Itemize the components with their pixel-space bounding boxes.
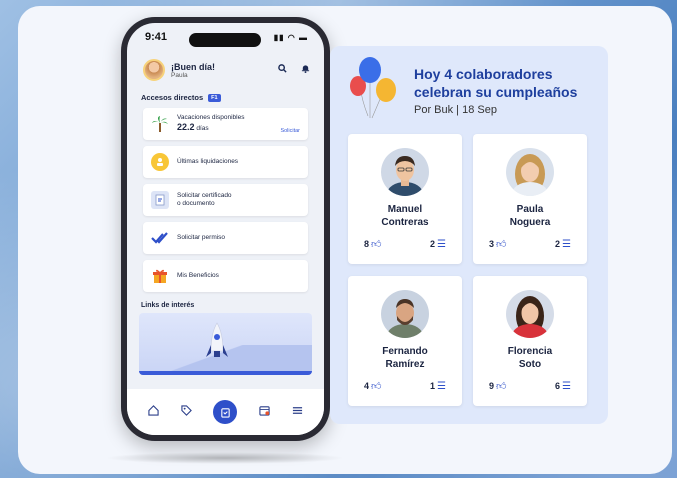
person-name: Fernando Ramírez xyxy=(348,346,462,371)
birthday-title: Hoy 4 colaboradores celebran su cumpleañ… xyxy=(414,66,578,100)
person-name: Florencia Soto xyxy=(473,346,587,371)
like-button[interactable]: 8 👍︎ xyxy=(364,238,381,250)
solicitar-link[interactable]: Solicitar xyxy=(280,128,300,140)
palm-tree-icon xyxy=(151,115,169,133)
first-name: Paula xyxy=(516,204,544,215)
avatar xyxy=(381,290,429,338)
phone-shadow xyxy=(105,452,345,464)
accesos-title-text: Accesos directos xyxy=(141,93,204,102)
last-name: Ramírez xyxy=(385,358,425,370)
last-name: Noguera xyxy=(509,216,551,228)
balloons-icon xyxy=(350,57,396,119)
person-name: Paula Noguera xyxy=(473,204,587,229)
person-name: Manuel Contreras xyxy=(348,204,462,229)
like-button[interactable]: 9 👍︎ xyxy=(489,380,506,392)
tile-certificado[interactable]: Solicitar certificado o documento xyxy=(143,184,308,216)
first-name: Florencia xyxy=(507,346,553,357)
vacation-days-unit: días xyxy=(196,125,209,133)
phone-screen: 9:41 ▮▮ ◠ ▬ ¡Buen día! Paula Accesos dir… xyxy=(127,23,324,435)
tile-label: Solicitar certificado xyxy=(177,191,232,199)
shortcut-badge: F1 xyxy=(208,93,221,102)
greeting: ¡Buen día! xyxy=(171,61,215,72)
menu-icon[interactable] xyxy=(292,405,303,419)
thumbs-up-icon: 👍︎ xyxy=(371,381,382,392)
birthday-subtitle: Por Buk | 18 Sep xyxy=(414,104,497,116)
tile-permiso[interactable]: Solicitar permiso xyxy=(143,222,308,254)
checkmarks-icon xyxy=(151,229,169,247)
tile-beneficios[interactable]: Mis Beneficios xyxy=(143,260,308,292)
avatar xyxy=(506,290,554,338)
tile-liquidaciones[interactable]: Últimas liquidaciones xyxy=(143,146,308,178)
calendar-icon[interactable] xyxy=(259,405,270,419)
links-banner[interactable] xyxy=(139,313,312,375)
gift-icon xyxy=(151,267,169,285)
birthday-panel: Hoy 4 colaboradores celebran su cumpleañ… xyxy=(330,46,608,424)
status-icons: ▮▮ ◠ ▬ xyxy=(273,32,308,42)
first-name: Manuel xyxy=(387,204,423,215)
like-count: 4 xyxy=(364,381,370,391)
app-header: ¡Buen día! Paula xyxy=(127,51,324,87)
coins-icon xyxy=(151,153,169,171)
document-icon xyxy=(151,191,169,209)
phone-mockup: 9:41 ▮▮ ◠ ▬ ¡Buen día! Paula Accesos dir… xyxy=(121,17,330,441)
last-name: Contreras xyxy=(381,216,429,228)
status-time: 9:41 xyxy=(145,31,168,43)
rocket-icon xyxy=(206,322,228,357)
comment-count: 2 xyxy=(430,239,436,249)
like-count: 9 xyxy=(489,381,495,391)
comment-icon: ☰ xyxy=(562,380,571,392)
comment-icon: ☰ xyxy=(562,238,571,250)
comment-button[interactable]: 2 ☰ xyxy=(555,238,571,250)
comment-count: 1 xyxy=(430,381,436,391)
last-name: Soto xyxy=(518,358,542,370)
person-card[interactable]: Fernando Ramírez 4 👍︎ 1 ☰ xyxy=(348,276,462,406)
person-card[interactable]: Paula Noguera 3 👍︎ 2 ☰ xyxy=(473,134,587,264)
dynamic-island xyxy=(189,33,261,47)
comment-icon: ☰ xyxy=(437,380,446,392)
person-card[interactable]: Florencia Soto 9 👍︎ 6 ☰ xyxy=(473,276,587,406)
search-icon[interactable] xyxy=(278,64,287,76)
tab-bar xyxy=(127,389,324,435)
avatar[interactable] xyxy=(143,59,165,81)
links-title: Links de interés xyxy=(141,302,195,309)
bell-icon[interactable] xyxy=(301,64,310,76)
comment-button[interactable]: 6 ☰ xyxy=(555,380,571,392)
tile-label-2: o documento xyxy=(177,200,215,207)
avatar xyxy=(506,148,554,196)
tile-label: Últimas liquidaciones xyxy=(177,157,239,165)
home-icon[interactable] xyxy=(148,405,159,419)
like-count: 3 xyxy=(489,239,495,249)
comment-count: 2 xyxy=(555,239,561,249)
first-name: Fernando xyxy=(382,346,428,357)
like-button[interactable]: 4 👍︎ xyxy=(364,380,381,392)
tag-icon[interactable] xyxy=(181,405,192,419)
requests-button[interactable] xyxy=(213,400,238,424)
tile-label: Mis Beneficios xyxy=(177,271,219,279)
comment-button[interactable]: 1 ☰ xyxy=(430,380,446,392)
like-button[interactable]: 3 👍︎ xyxy=(489,238,506,250)
thumbs-up-icon: 👍︎ xyxy=(496,381,507,392)
accesos-directos-title: Accesos directos F1 xyxy=(127,87,324,102)
tile-label: Solicitar permiso xyxy=(177,233,226,241)
thumbs-up-icon: 👍︎ xyxy=(371,239,382,250)
tile-label: Vacaciones disponibles xyxy=(177,114,245,122)
person-card[interactable]: Manuel Contreras 8 👍︎ 2 ☰ xyxy=(348,134,462,264)
thumbs-up-icon: 👍︎ xyxy=(496,239,507,250)
like-count: 8 xyxy=(364,239,370,249)
avatar xyxy=(381,148,429,196)
comment-count: 6 xyxy=(555,381,561,391)
user-name: Paula xyxy=(171,71,188,79)
comment-button[interactable]: 2 ☰ xyxy=(430,238,446,250)
comment-icon: ☰ xyxy=(437,238,446,250)
tile-vacaciones[interactable]: Vacaciones disponibles 22.2 días Solicit… xyxy=(143,108,308,140)
vacation-days-value: 22.2 xyxy=(177,122,195,133)
